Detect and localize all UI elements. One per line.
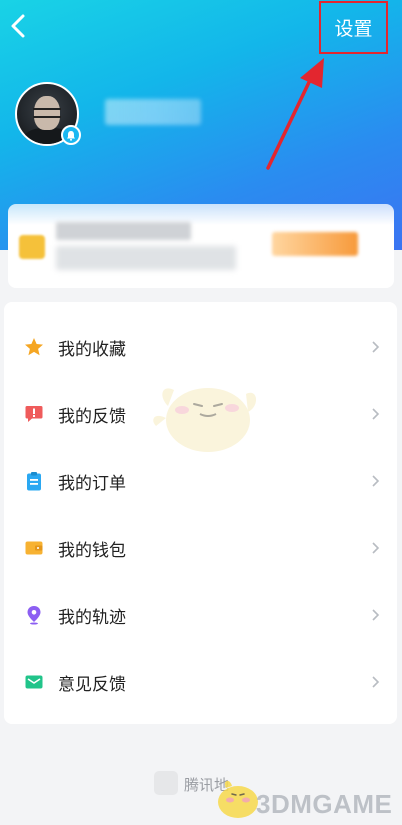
chevron-right-icon [372, 408, 380, 420]
star-icon [24, 337, 44, 357]
membership-subtitle-blurred [56, 246, 236, 270]
chevron-right-icon [372, 609, 380, 621]
menu-item-wallet[interactable]: 我的钱包 [4, 520, 397, 576]
menu-item-orders[interactable]: 我的订单 [4, 453, 397, 509]
alert-bubble-icon [24, 404, 44, 424]
annotation-arrow [266, 58, 324, 170]
membership-action-blurred[interactable] [272, 232, 358, 256]
menu-item-label: 我的收藏 [58, 339, 126, 360]
membership-title-blurred [56, 222, 191, 240]
wallet-icon [24, 538, 44, 558]
compass-icon [154, 771, 178, 795]
menu-item-track[interactable]: 我的轨迹 [4, 587, 397, 643]
clipboard-icon [24, 471, 44, 491]
bell-icon [61, 125, 81, 145]
menu-item-label: 意见反馈 [58, 674, 126, 695]
username-blurred [105, 99, 201, 125]
settings-highlight-box: 设置 [319, 1, 388, 54]
membership-icon [19, 235, 45, 259]
back-button[interactable] [8, 12, 30, 40]
mascot-watermark [153, 388, 257, 452]
avatar-glasses [33, 108, 61, 118]
menu-item-label: 我的订单 [58, 473, 126, 494]
watermark-text: 3DMGAME [256, 789, 393, 819]
location-pin-icon [24, 605, 44, 625]
settings-button[interactable]: 设置 [321, 3, 386, 52]
chevron-left-icon [11, 14, 25, 38]
menu-item-label: 我的钱包 [58, 540, 126, 561]
menu-item-label: 我的轨迹 [58, 607, 126, 628]
chevron-right-icon [372, 676, 380, 688]
menu-item-suggestions[interactable]: 意见反馈 [4, 654, 397, 710]
menu-item-label: 我的反馈 [58, 406, 126, 427]
mail-icon [24, 672, 44, 692]
chevron-right-icon [372, 542, 380, 554]
chevron-right-icon [372, 475, 380, 487]
chevron-right-icon [372, 341, 380, 353]
